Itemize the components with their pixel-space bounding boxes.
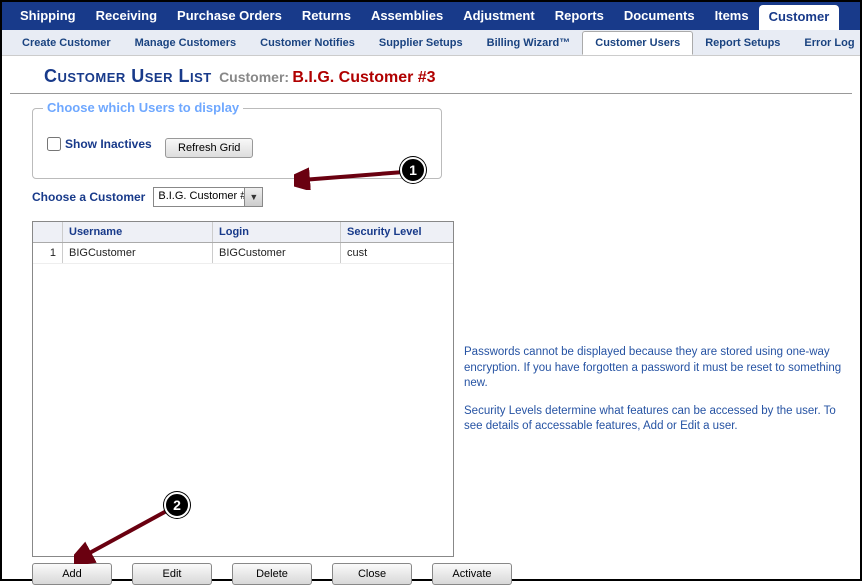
grid-header-username[interactable]: Username (63, 222, 213, 242)
main-tab-reports[interactable]: Reports (545, 2, 614, 30)
row-login: BIGCustomer (213, 243, 341, 263)
main-tab-items[interactable]: Items (705, 2, 759, 30)
page-header: Customer User List Customer: B.I.G. Cust… (10, 56, 852, 94)
edit-button[interactable]: Edit (132, 563, 212, 585)
activate-button[interactable]: Activate (432, 563, 512, 585)
main-tab-receiving[interactable]: Receiving (86, 2, 167, 30)
main-tab-purchase-orders[interactable]: Purchase Orders (167, 2, 292, 30)
page-subtitle: Customer: (219, 69, 289, 85)
info-panel: Passwords cannot be displayed because th… (464, 345, 844, 447)
page-title: Customer User List (44, 66, 212, 86)
sub-tab-manage-customers[interactable]: Manage Customers (123, 32, 248, 54)
sub-tab-billing-wizard-[interactable]: Billing Wizard™ (475, 32, 583, 54)
chevron-down-icon[interactable]: ▼ (244, 188, 262, 206)
sub-tab-error-log[interactable]: Error Log (792, 32, 860, 54)
sub-tab-customer-users[interactable]: Customer Users (582, 31, 693, 55)
annotation-badge-2: 2 (164, 492, 190, 518)
choose-customer-label: Choose a Customer (32, 190, 145, 204)
row-index: 1 (33, 243, 63, 263)
table-row[interactable]: 1BIGCustomerBIGCustomercust (33, 243, 453, 264)
main-tab-adjustment[interactable]: Adjustment (453, 2, 545, 30)
delete-button[interactable]: Delete (232, 563, 312, 585)
action-button-row: Add Edit Delete Close Activate (32, 563, 860, 585)
sub-tab-create-customer[interactable]: Create Customer (10, 32, 123, 54)
main-tab-customer[interactable]: Customer (759, 5, 840, 30)
info-text-security: Security Levels determine what features … (464, 404, 844, 435)
annotation-badge-1: 1 (400, 157, 426, 183)
grid-header-row: Username Login Security Level (33, 222, 453, 243)
show-inactives-label: Show Inactives (65, 137, 152, 151)
grid-header-security[interactable]: Security Level (341, 222, 453, 242)
add-button[interactable]: Add (32, 563, 112, 585)
customer-picker-row: Choose a Customer B.I.G. Customer #3 ▼ (32, 187, 830, 207)
info-text-passwords: Passwords cannot be displayed because th… (464, 345, 844, 392)
main-tab-returns[interactable]: Returns (292, 2, 361, 30)
customer-dropdown[interactable]: B.I.G. Customer #3 ▼ (153, 187, 263, 207)
sub-tab-report-setups[interactable]: Report Setups (693, 32, 792, 54)
sub-tab-bar: Create CustomerManage CustomersCustomer … (2, 30, 860, 56)
row-username: BIGCustomer (63, 243, 213, 263)
main-tab-shipping[interactable]: Shipping (10, 2, 86, 30)
filter-legend: Choose which Users to display (43, 100, 243, 115)
user-grid: Username Login Security Level 1BIGCustom… (32, 221, 454, 557)
filter-panel: Choose which Users to display Show Inact… (32, 108, 442, 179)
close-button[interactable]: Close (332, 563, 412, 585)
main-tab-documents[interactable]: Documents (614, 2, 705, 30)
customer-dropdown-value: B.I.G. Customer #3 (154, 188, 244, 206)
sub-tab-customer-notifies[interactable]: Customer Notifies (248, 32, 367, 54)
content-row: Username Login Security Level 1BIGCustom… (2, 215, 860, 557)
grid-header-idx (33, 222, 63, 242)
main-tab-assemblies[interactable]: Assemblies (361, 2, 453, 30)
row-security: cust (341, 243, 453, 263)
page-customer-name: B.I.G. Customer #3 (292, 69, 435, 86)
grid-header-login[interactable]: Login (213, 222, 341, 242)
main-tab-bar: ShippingReceivingPurchase OrdersReturnsA… (2, 2, 860, 30)
show-inactives-checkbox[interactable] (47, 137, 61, 151)
refresh-grid-button[interactable]: Refresh Grid (165, 138, 253, 158)
sub-tab-supplier-setups[interactable]: Supplier Setups (367, 32, 475, 54)
